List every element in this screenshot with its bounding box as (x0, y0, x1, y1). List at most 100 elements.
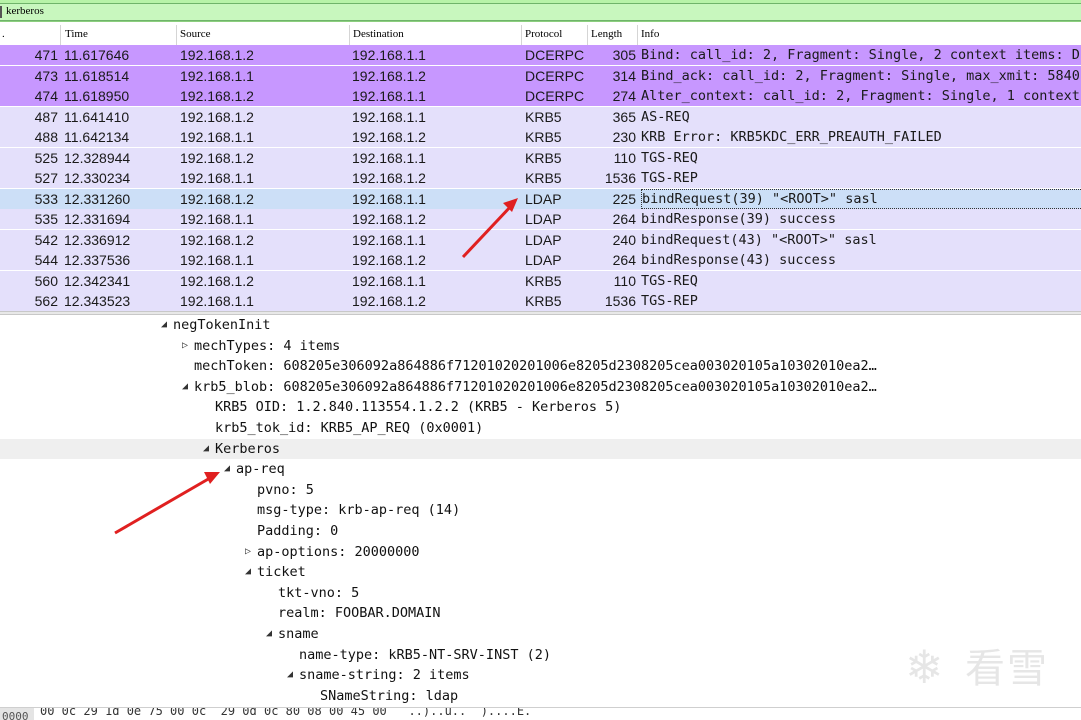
packet-row[interactable]: 474 11.618950 192.168.1.2 192.168.1.1 DCERPC… (0, 86, 1081, 106)
tree-node[interactable]: ◢ Kerberos (0, 438, 1081, 459)
collapse-arrow-icon[interactable]: ◢ (284, 665, 296, 685)
tree-node[interactable]: ◢ ticket (0, 562, 1081, 582)
collapse-arrow-icon[interactable]: ◢ (158, 315, 170, 335)
column-separator[interactable] (176, 25, 177, 45)
packet-row[interactable]: 488 11.642134 192.168.1.1 192.168.1.2 KRB5 23… (0, 127, 1081, 147)
tree-node-label: Kerberos (215, 440, 281, 457)
column-separator[interactable] (587, 25, 588, 45)
packet-protocol: KRB5 (525, 129, 562, 145)
packet-length: 314 (612, 67, 636, 84)
column-separator[interactable] (349, 25, 350, 45)
column-header-protocol[interactable]: Protocol (525, 28, 562, 40)
packet-row[interactable]: 560 12.342341 192.168.1.2 192.168.1.1 KRB5 11… (0, 270, 1081, 291)
column-header-time[interactable]: Time (65, 28, 88, 40)
expand-arrow-icon[interactable]: ▷ (242, 542, 254, 562)
tree-node[interactable]: pvno: 5 (0, 480, 1081, 500)
column-separator[interactable] (637, 25, 638, 45)
tree-node-label: ap-req (236, 461, 285, 478)
packet-info: bindResponse(43) success (641, 252, 837, 268)
packet-source: 192.168.1.2 (180, 231, 254, 248)
packet-row[interactable]: 527 12.330234 192.168.1.1 192.168.1.2 KRB5 15… (0, 168, 1081, 188)
column-separator[interactable] (521, 25, 522, 45)
packet-row[interactable]: 533 12.331260 192.168.1.2 192.168.1.1 LDAP 22… (0, 188, 1081, 209)
packet-info: TGS-REP (641, 293, 698, 309)
packet-time: 12.342341 (64, 272, 131, 289)
kanxue-watermark: ❄ 看雪 (905, 640, 1065, 700)
packet-row[interactable]: 535 12.331694 192.168.1.1 192.168.1.2 LDAP 26… (0, 209, 1081, 229)
packet-info: TGS-REQ (641, 272, 698, 289)
display-filter-box (0, 3, 1081, 21)
tree-node[interactable]: realm: FOOBAR.DOMAIN (0, 603, 1081, 623)
packet-source: 192.168.1.2 (180, 190, 254, 207)
packet-protocol: DCERPC (525, 47, 585, 63)
packet-number: 560 (34, 272, 58, 289)
packet-time: 12.343523 (64, 293, 131, 309)
expand-arrow-icon[interactable]: ▷ (179, 336, 191, 356)
packet-row[interactable]: 487 11.641410 192.168.1.2 192.168.1.1 KRB5 36… (0, 106, 1081, 127)
packet-time: 11.617646 (64, 47, 130, 63)
packet-destination: 192.168.1.1 (352, 149, 426, 166)
packet-protocol: LDAP (525, 231, 562, 248)
packet-row[interactable]: 525 12.328944 192.168.1.2 192.168.1.1 KRB5 11… (0, 147, 1081, 168)
collapse-arrow-icon[interactable]: ◢ (179, 377, 191, 397)
packet-row[interactable]: 473 11.618514 192.168.1.1 192.168.1.2 DCERPC… (0, 65, 1081, 86)
packet-list[interactable]: 471 11.617646 192.168.1.2 192.168.1.1 DCERPC… (0, 45, 1081, 311)
packet-info: AS-REQ (641, 108, 690, 125)
packet-destination: 192.168.1.1 (352, 231, 426, 248)
tree-node[interactable]: ◢ negTokenInit (0, 315, 1081, 335)
packet-number: 471 (34, 47, 58, 63)
packet-bytes-pane[interactable]: 0000 00 0c 29 1d 0e 75 00 0c 29 0d 0c 80… (0, 707, 1081, 720)
packet-destination: 192.168.1.2 (352, 211, 426, 227)
tree-node[interactable]: KRB5 OID: 1.2.840.113554.1.2.2 (KRB5 - K… (0, 397, 1081, 417)
column-header-info[interactable]: Info (641, 28, 659, 40)
packet-length: 305 (612, 47, 636, 63)
filter-bookmark-icon[interactable] (0, 6, 2, 18)
packet-length: 240 (612, 231, 636, 248)
packet-time: 12.328944 (64, 149, 131, 166)
column-header-source[interactable]: Source (180, 28, 211, 40)
tree-node[interactable]: ◢ krb5_blob: 608205e306092a864886f7120102… (0, 377, 1081, 397)
packet-destination: 192.168.1.1 (352, 272, 426, 289)
tree-node[interactable]: mechToken: 608205e306092a864886f71201020… (0, 356, 1081, 376)
tree-node[interactable]: ▷ mechTypes: 4 items (0, 336, 1081, 356)
collapse-arrow-icon[interactable]: ◢ (200, 439, 212, 459)
packet-protocol: DCERPC (525, 67, 585, 84)
packet-protocol: KRB5 (525, 170, 562, 186)
packet-row[interactable]: 562 12.343523 192.168.1.1 192.168.1.2 KRB5 15… (0, 291, 1081, 311)
display-filter-input[interactable] (6, 4, 506, 18)
packet-destination: 192.168.1.1 (352, 88, 426, 104)
tree-node-label: sname (278, 626, 319, 642)
packet-time: 12.331260 (64, 190, 131, 207)
packet-number: 542 (34, 231, 58, 248)
packet-number: 544 (34, 252, 58, 268)
packet-time: 11.641410 (64, 108, 130, 125)
tree-node[interactable]: msg-type: krb-ap-req (14) (0, 500, 1081, 520)
column-header-length[interactable]: Length (591, 28, 622, 40)
packet-length: 1536 (604, 293, 636, 309)
tree-node[interactable]: tkt-vno: 5 (0, 583, 1081, 603)
collapse-arrow-icon[interactable]: ◢ (263, 624, 275, 644)
tree-node[interactable]: ▷ ap-options: 20000000 (0, 542, 1081, 562)
packet-row[interactable]: 542 12.336912 192.168.1.2 192.168.1.1 LDAP 24… (0, 229, 1081, 250)
packet-protocol: KRB5 (525, 293, 562, 309)
column-header-no[interactable]: . (2, 28, 5, 40)
column-separator[interactable] (60, 25, 61, 45)
packet-protocol: LDAP (525, 190, 562, 207)
collapse-arrow-icon[interactable]: ◢ (221, 459, 233, 479)
tree-node-label: realm: FOOBAR.DOMAIN (278, 605, 441, 622)
tree-node[interactable]: Padding: 0 (0, 521, 1081, 541)
packet-protocol: KRB5 (525, 272, 562, 289)
tree-node[interactable]: krb5_tok_id: KRB5_AP_REQ (0x0001) (0, 418, 1081, 438)
packet-time: 12.331694 (64, 211, 131, 227)
packet-row[interactable]: 471 11.617646 192.168.1.2 192.168.1.1 DCERPC… (0, 45, 1081, 65)
packet-protocol: KRB5 (525, 108, 562, 125)
packet-source: 192.168.1.2 (180, 149, 254, 166)
packet-length: 225 (612, 190, 636, 207)
snowflake-icon: ❄ (905, 640, 944, 694)
tree-node[interactable]: ◢ ap-req (0, 459, 1081, 479)
collapse-arrow-icon[interactable]: ◢ (242, 562, 254, 582)
column-header-destination[interactable]: Destination (353, 28, 404, 40)
packet-number: 527 (34, 170, 58, 186)
packet-destination: 192.168.1.2 (352, 252, 426, 268)
packet-row[interactable]: 544 12.337536 192.168.1.1 192.168.1.2 LDAP 26… (0, 250, 1081, 270)
